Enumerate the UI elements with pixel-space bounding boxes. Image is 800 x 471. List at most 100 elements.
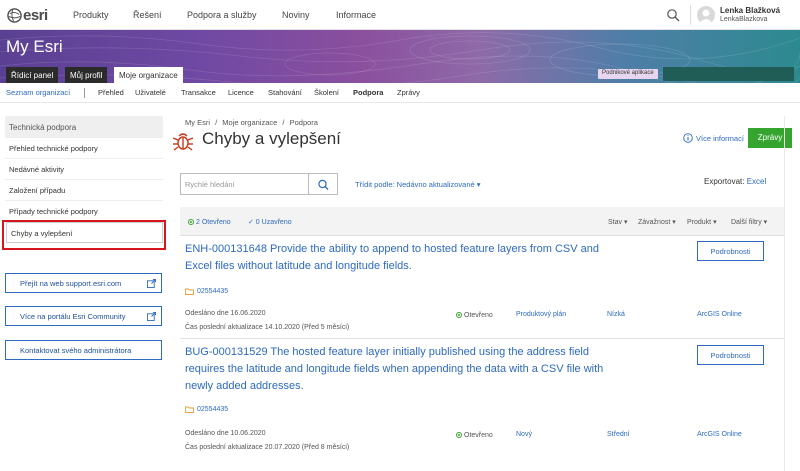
bug-icon: [172, 133, 194, 151]
subnav-seznam-organizaci[interactable]: Seznam organizací: [6, 88, 70, 97]
tab-moje-organizace[interactable]: Moje organizace: [114, 67, 183, 83]
external-link-icon: [147, 312, 156, 321]
item-updated: Čas poslední aktualizace 20.07.2020 (Pře…: [185, 444, 350, 451]
breadcrumb-my-esri[interactable]: My Esri: [185, 118, 210, 127]
details-button[interactable]: Podrobnosti: [697, 345, 764, 365]
sidebar-item-pripady[interactable]: Případy technické podpory: [5, 201, 163, 222]
filter-product[interactable]: Produkt ▾: [687, 218, 717, 226]
support-site-label: Přejít na web support.esri.com: [20, 279, 122, 288]
external-link-icon: [147, 279, 156, 288]
folder-icon: [185, 288, 194, 295]
item-severity[interactable]: Střední: [607, 431, 630, 438]
item-title-link[interactable]: BUG-000131529 The hosted feature layer i…: [185, 344, 615, 395]
filter-open[interactable]: 2 Otevřeno: [188, 218, 231, 226]
item-plan[interactable]: Nový: [516, 431, 532, 438]
content-border: [784, 116, 785, 471]
org-subnav: Seznam organizací Přehled Uživatelé Tran…: [0, 83, 800, 103]
breadcrumb-podpora[interactable]: Podpora: [290, 118, 318, 127]
folder-icon: [185, 406, 194, 413]
user-name[interactable]: Lenka Blažková: [720, 6, 780, 15]
item-product[interactable]: ArcGIS Online: [697, 311, 742, 318]
community-button[interactable]: Více na portálu Esri Community: [5, 306, 162, 326]
item-severity[interactable]: Nízká: [607, 311, 625, 318]
contact-admin-button[interactable]: Kontaktovat svého administrátora: [5, 340, 162, 360]
avatar[interactable]: [697, 6, 715, 24]
nav-noviny[interactable]: Noviny: [282, 10, 310, 20]
globe-icon: [7, 8, 22, 23]
user-silhouette-icon: [699, 9, 713, 24]
case-link[interactable]: 02554435: [185, 288, 228, 295]
subnav-zpravy[interactable]: Zprávy: [397, 88, 420, 97]
community-label: Více na portálu Esri Community: [20, 312, 126, 321]
user-login: LenkaBlazkova: [720, 16, 768, 23]
selection-highlight: [2, 220, 166, 250]
quick-search-input[interactable]: Rychlé hledání: [180, 173, 309, 195]
item-product[interactable]: ArcGIS Online: [697, 431, 742, 438]
subnav-licence[interactable]: Licence: [228, 88, 254, 97]
page-title: Chyby a vylepšení: [202, 129, 341, 148]
open-status-icon: [456, 312, 462, 318]
contact-admin-label: Kontaktovat svého administrátora: [20, 346, 132, 355]
item-separator: [180, 338, 784, 339]
subnav-uzivatele[interactable]: Uživatelé: [135, 88, 166, 97]
breadcrumb-separator: /: [282, 118, 285, 127]
banner-title: My Esri: [6, 37, 63, 56]
breadcrumb: My Esri / Moje organizace / Podpora: [185, 118, 321, 127]
open-status-icon: [188, 219, 194, 225]
item-plan[interactable]: Produktový plán: [516, 311, 566, 318]
open-status-icon: [456, 432, 462, 438]
info-icon: [683, 133, 693, 143]
subnav-stahovani[interactable]: Stahování: [268, 88, 302, 97]
subnav-skoleni[interactable]: Školení: [314, 88, 339, 97]
item-status: Otevřeno: [456, 431, 493, 439]
business-apps-badge: Podnikové aplikace: [598, 69, 658, 79]
business-apps-select[interactable]: [663, 67, 794, 81]
breadcrumb-moje-organizace[interactable]: Moje organizace: [222, 118, 277, 127]
nav-divider: [690, 5, 691, 25]
sidebar-item-zalozeni-pripadu[interactable]: Založení případu: [5, 180, 163, 201]
case-number: 02554435: [197, 406, 229, 413]
case-link[interactable]: 02554435: [185, 406, 228, 413]
export-excel-link[interactable]: Excel: [747, 177, 767, 186]
subnav-podpora[interactable]: Podpora: [353, 88, 383, 97]
item-title-link[interactable]: ENH-000131648 Provide the ability to app…: [185, 241, 615, 275]
export-label: Exportovat: Excel: [704, 177, 766, 186]
search-submit-button[interactable]: [309, 173, 338, 195]
more-info-label: Více informací: [696, 133, 744, 143]
search-icon: [318, 179, 329, 190]
nav-podpora-a-sluzby[interactable]: Podpora a služby: [187, 10, 257, 20]
subnav-transakce[interactable]: Transakce: [181, 88, 216, 97]
subnav-separator: [84, 88, 85, 98]
sort-dropdown[interactable]: Třídit podle: Nedávno aktualizované ▾: [355, 180, 481, 189]
support-site-button[interactable]: Přejít na web support.esri.com: [5, 273, 162, 293]
case-number: 02554435: [197, 288, 229, 295]
filter-severity[interactable]: Závažnost ▾: [638, 218, 676, 226]
export-text: Exportovat:: [704, 177, 745, 186]
tab-ridici-panel[interactable]: Řídicí panel: [6, 67, 59, 83]
item-status-label: Otevřeno: [464, 312, 493, 319]
item-status-label: Otevřeno: [464, 432, 493, 439]
sidebar-heading: Technická podpora: [5, 116, 163, 138]
subnav-prehled[interactable]: Přehled: [98, 88, 124, 97]
nav-reseni[interactable]: Řešení: [133, 10, 162, 20]
tab-muj-profil[interactable]: Můj profil: [65, 67, 108, 83]
more-info-link[interactable]: Více informací: [683, 133, 744, 143]
item-updated: Čas poslední aktualizace 14.10.2020 (Pře…: [185, 324, 350, 331]
filter-open-label: 2 Otevřeno: [196, 219, 231, 226]
filter-status[interactable]: Stav ▾: [608, 218, 627, 226]
nav-informace[interactable]: Informace: [336, 10, 376, 20]
item-submitted: Odesláno dne 16.06.2020: [185, 310, 266, 317]
top-navigation: esri Produkty Řešení Podpora a služby No…: [0, 0, 800, 30]
nav-produkty[interactable]: Produkty: [73, 10, 109, 20]
filter-more[interactable]: Další filtry ▾: [731, 218, 767, 226]
esri-logo[interactable]: esri: [7, 7, 48, 24]
filter-bar: 2 Otevřeno ✓ 0 Uzavřeno Stav ▾ Závažnost…: [180, 207, 784, 236]
details-button[interactable]: Podrobnosti: [697, 241, 764, 261]
search-icon[interactable]: [666, 8, 680, 22]
sidebar-item-prehled[interactable]: Přehled technické podpory: [5, 138, 163, 159]
logo-text: esri: [23, 7, 48, 24]
filter-closed[interactable]: ✓ 0 Uzavřeno: [248, 218, 292, 226]
sidebar-item-nedavne-aktivity[interactable]: Nedávné aktivity: [5, 159, 163, 180]
item-submitted: Odesláno dne 10.06.2020: [185, 430, 266, 437]
reports-button[interactable]: Zprávy: [748, 128, 792, 148]
